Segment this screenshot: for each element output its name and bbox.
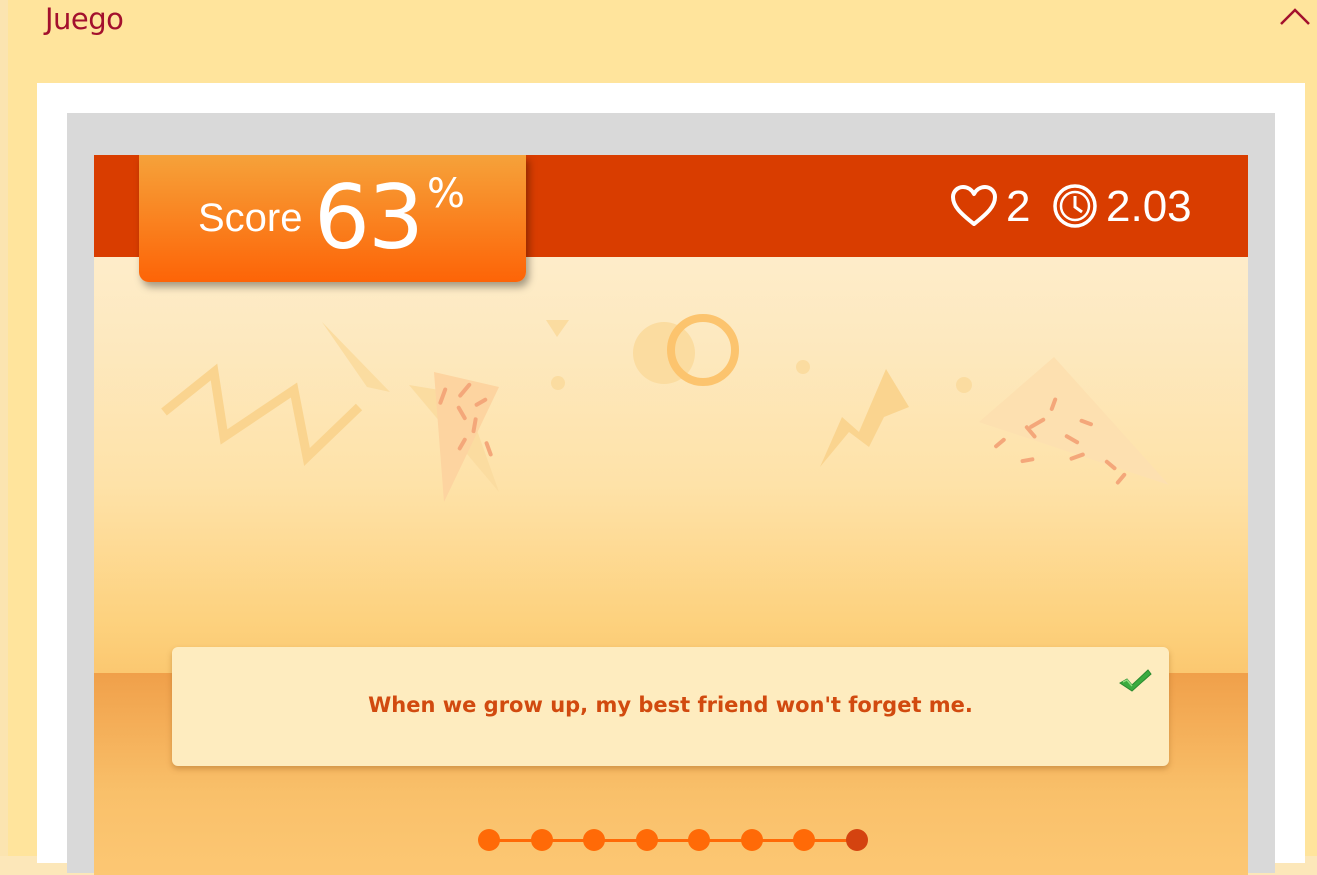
progress-dot[interactable] xyxy=(583,829,605,851)
lives-count: 2 xyxy=(1006,182,1031,231)
progress-dot[interactable] xyxy=(635,829,658,851)
progress-dot[interactable] xyxy=(478,829,500,851)
progress-indicator xyxy=(478,827,878,855)
progress-dot[interactable] xyxy=(688,829,710,851)
score-label: Score xyxy=(198,196,303,240)
score-value: 63 xyxy=(314,166,424,269)
score-badge: Score 63 % xyxy=(139,155,526,282)
score-unit: % xyxy=(427,171,466,217)
progress-dot[interactable] xyxy=(740,829,763,851)
game-screen: 2 2.03 Score 63 % When we grow up, my be… xyxy=(94,155,1248,875)
progress-dot[interactable] xyxy=(845,829,868,851)
time-value: 2.03 xyxy=(1106,182,1192,231)
progress-dot[interactable] xyxy=(530,829,553,851)
section-title: Juego xyxy=(45,2,124,36)
answer-sentence: When we grow up, my best friend won't fo… xyxy=(368,693,973,717)
heart-icon xyxy=(951,185,997,226)
answer-card[interactable]: When we grow up, my best friend won't fo… xyxy=(172,647,1169,766)
collapse-button[interactable] xyxy=(1276,2,1314,32)
check-icon xyxy=(1119,669,1152,692)
page-edge xyxy=(0,0,8,856)
chevron-up-icon xyxy=(1280,8,1310,25)
progress-dot[interactable] xyxy=(793,829,815,851)
clock-icon xyxy=(1053,184,1097,228)
